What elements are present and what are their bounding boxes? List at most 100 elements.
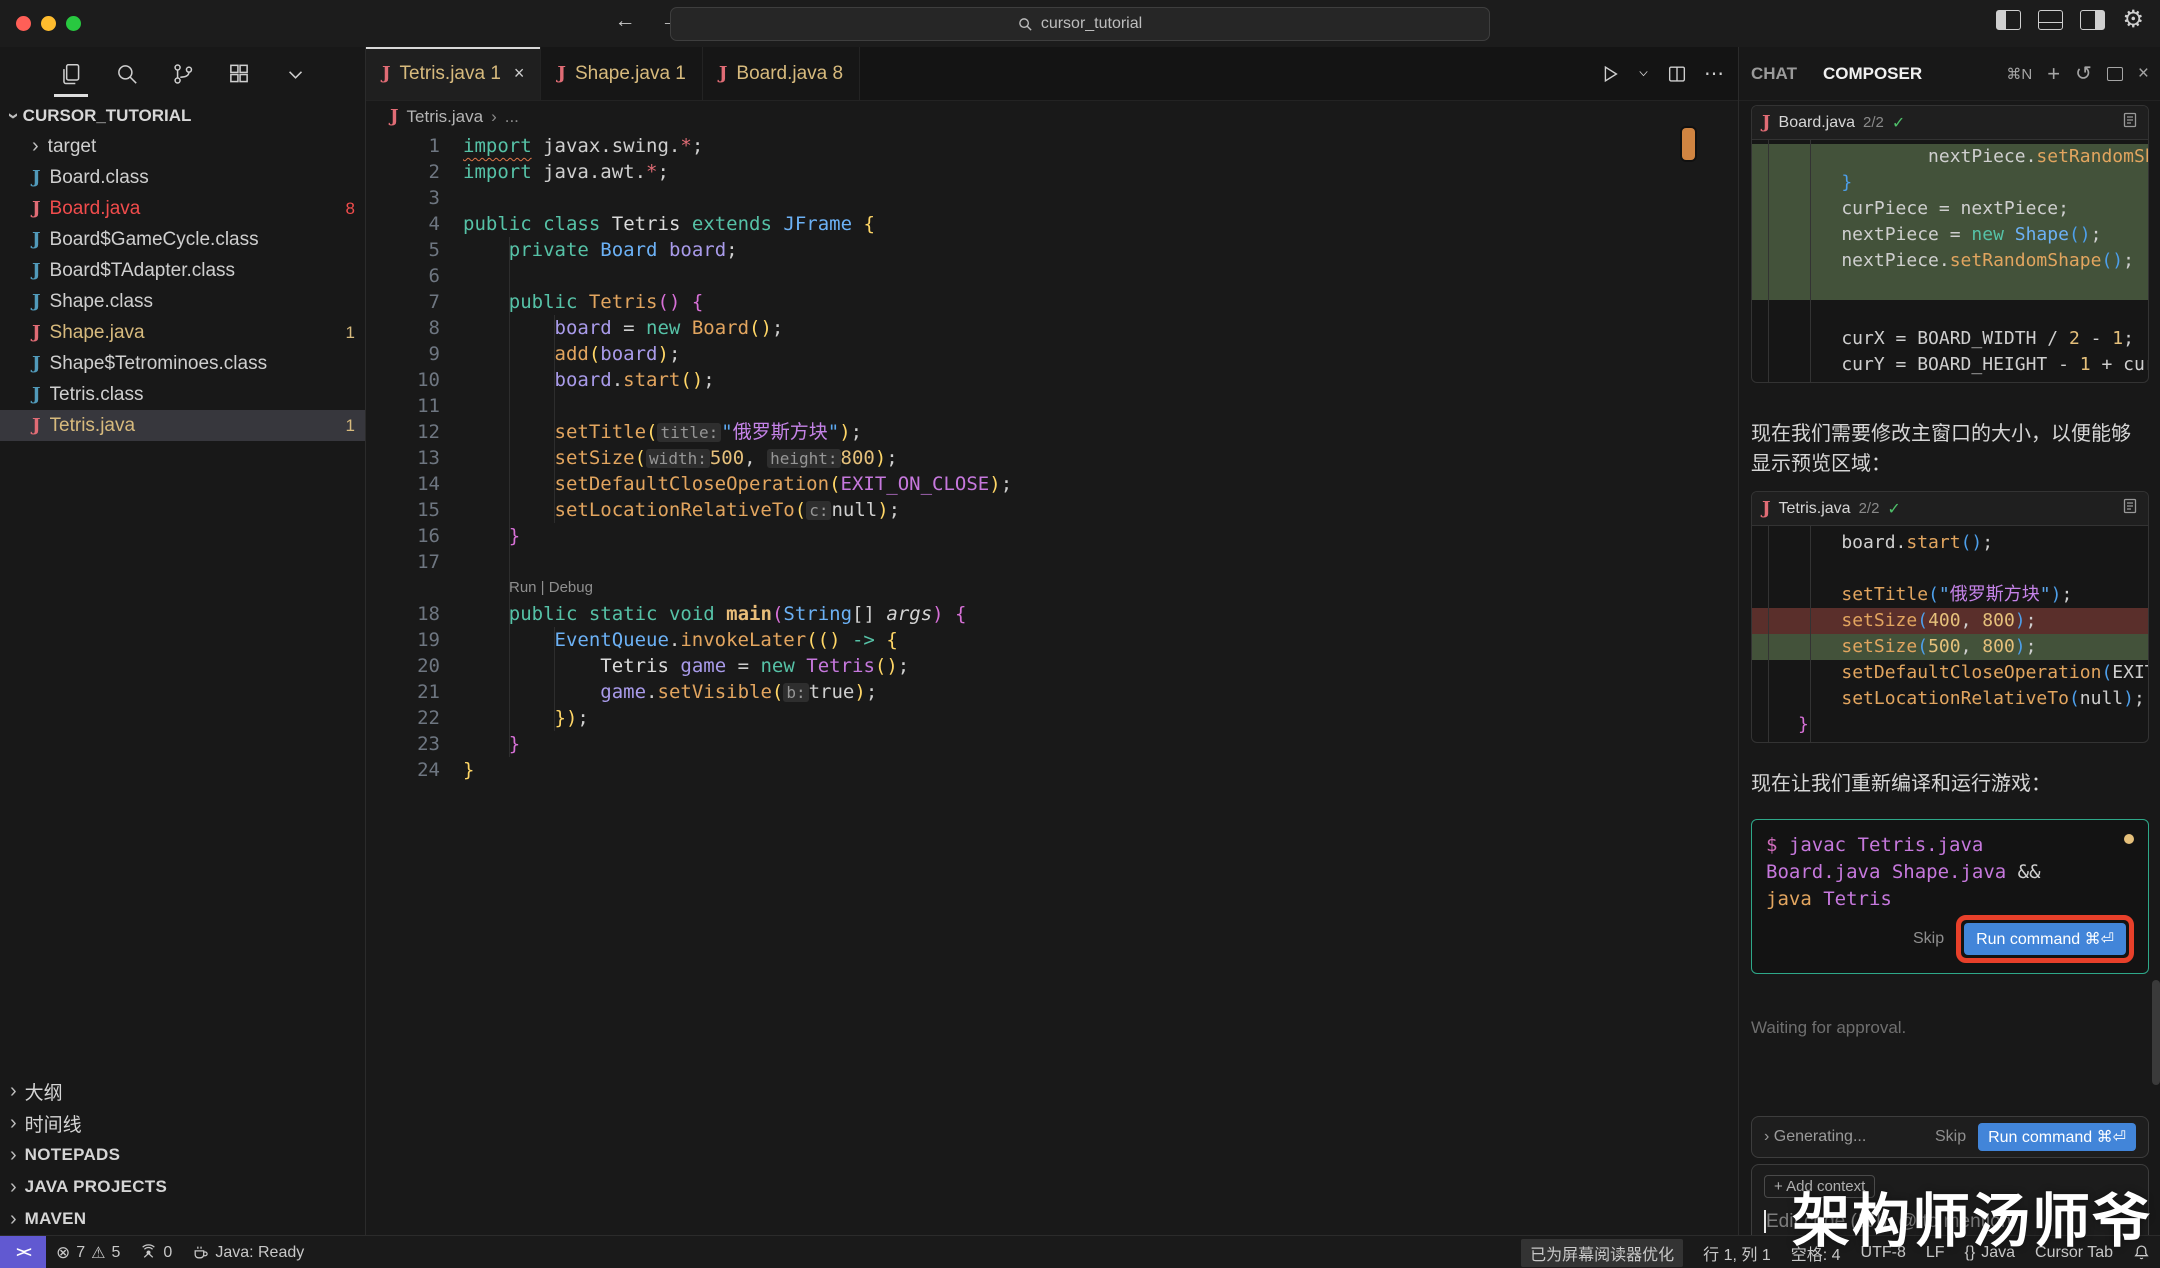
run-dropdown-icon[interactable]	[1637, 67, 1650, 80]
cursor-position-status[interactable]: 行 1, 列 1	[1693, 1236, 1781, 1268]
editor-tab-tetris-java[interactable]: JTetris.java 1×	[366, 47, 541, 100]
more-actions-icon[interactable]: ⋯	[1704, 61, 1724, 86]
editor-code-line[interactable]: 14 setDefaultCloseOperation(EXIT_ON_CLOS…	[366, 471, 1738, 497]
tree-item[interactable]: JShape.class	[0, 286, 365, 317]
toggle-secondary-sidebar-icon[interactable]	[2080, 10, 2105, 30]
run-file-icon[interactable]	[1599, 63, 1621, 85]
add-context-button[interactable]: + Add context	[1764, 1175, 1875, 1198]
new-chat-hotkey[interactable]: ⌘N	[2006, 65, 2032, 83]
plus-icon[interactable]: +	[2047, 61, 2060, 87]
open-file-icon[interactable]	[2122, 498, 2138, 519]
close-icon[interactable]: ×	[2138, 63, 2149, 85]
editor-code-line[interactable]: 24}	[366, 757, 1738, 783]
sidebar-section-java-projects[interactable]: ›JAVA PROJECTS	[0, 1171, 365, 1203]
editor-code-line[interactable]: 7 public Tetris() {	[366, 289, 1738, 315]
editor-tab-shape-java[interactable]: JShape.java 1	[541, 47, 702, 100]
generating-label[interactable]: › Generating...	[1764, 1128, 1923, 1146]
java-status[interactable]: Java: Ready	[182, 1236, 314, 1268]
breadcrumb[interactable]: J Tetris.java › ...	[390, 100, 519, 133]
tree-item[interactable]: JBoard.class	[0, 162, 365, 193]
close-tab-icon[interactable]: ×	[514, 63, 525, 84]
editor-code-line[interactable]: 5 private Board board;	[366, 237, 1738, 263]
editor-code-line[interactable]: 22 });	[366, 705, 1738, 731]
editor-code-line[interactable]: 20 Tetris game = new Tetris();	[366, 653, 1738, 679]
editor-code-line[interactable]: 13 setSize(width:500, height:800);	[366, 445, 1738, 471]
run-command-button[interactable]: Run command ⌘⏎	[1964, 923, 2126, 955]
editor-code-line[interactable]: 9 add(board);	[366, 341, 1738, 367]
code-token	[875, 629, 886, 651]
tree-root[interactable]: › CURSOR_TUTORIAL	[0, 100, 365, 131]
editor-code-line[interactable]: 21 game.setVisible(b:true);	[366, 679, 1738, 705]
sidebar-section-pane[interactable]: ›大纲	[0, 1075, 365, 1107]
explorer-files-icon[interactable]	[57, 60, 85, 88]
maximize-window-button[interactable]	[66, 16, 81, 31]
extensions-icon[interactable]	[225, 60, 253, 88]
editor-code-line[interactable]: 15 setLocationRelativeTo(c:null);	[366, 497, 1738, 523]
sidebar-section-maven[interactable]: ›MAVEN	[0, 1203, 365, 1235]
split-editor-icon[interactable]	[1666, 63, 1688, 85]
tree-item[interactable]: JShape$Tetrominoes.class	[0, 348, 365, 379]
editor-code-line[interactable]: 6	[366, 263, 1738, 289]
code-token: setRandomShape	[2036, 146, 2149, 167]
skip-button[interactable]: Skip	[1935, 1128, 1966, 1146]
screen-reader-status[interactable]: 已为屏幕阅读器优化	[1511, 1236, 1693, 1268]
indentation-status[interactable]: 空格: 4	[1781, 1236, 1851, 1268]
editor-tab-board-java[interactable]: JBoard.java 8	[703, 47, 860, 100]
notifications-bell-icon[interactable]	[2123, 1236, 2160, 1268]
problems-status[interactable]: ⊗ 7 ⚠︎ 5	[46, 1236, 130, 1268]
eol-status[interactable]: LF	[1916, 1236, 1955, 1268]
history-icon[interactable]: ↺	[2075, 61, 2092, 86]
open-file-icon[interactable]	[2122, 112, 2138, 133]
diff-card-board[interactable]: J Board.java 2/2 ✓ nextPiece.setRandomSh…	[1751, 105, 2149, 383]
run-command-button[interactable]: Run command ⌘⏎	[1978, 1123, 2136, 1151]
expand-icon[interactable]	[2107, 67, 2123, 81]
minimize-window-button[interactable]	[41, 16, 56, 31]
close-window-button[interactable]	[16, 16, 31, 31]
sidebar-section-pane[interactable]: ›时间线	[0, 1107, 365, 1139]
tree-item[interactable]: JBoard.java8	[0, 193, 365, 224]
editor-code-line[interactable]: 3	[366, 185, 1738, 211]
editor-code-line[interactable]: 17	[366, 549, 1738, 575]
tab-composer[interactable]: COMPOSER	[1823, 64, 1922, 84]
tree-item[interactable]: JBoard$GameCycle.class	[0, 224, 365, 255]
tab-chat[interactable]: CHAT	[1751, 64, 1797, 84]
code-token: )	[839, 421, 850, 443]
tree-item[interactable]: JBoard$TAdapter.class	[0, 255, 365, 286]
code-editor[interactable]: 1import javax.swing.*;2import java.awt.*…	[366, 133, 1738, 1235]
editor-code-line[interactable]: 2import java.awt.*;	[366, 159, 1738, 185]
skip-button[interactable]: Skip	[1913, 930, 1944, 948]
editor-code-line[interactable]: 23 }	[366, 731, 1738, 757]
codelens-row[interactable]: Run | Debug	[366, 575, 1738, 601]
source-control-icon[interactable]	[169, 60, 197, 88]
chevron-down-icon[interactable]	[281, 60, 309, 88]
editor-code-line[interactable]: 1import javax.swing.*;	[366, 133, 1738, 159]
cursor-tab-status[interactable]: Cursor Tab	[2025, 1236, 2123, 1268]
language-status[interactable]: {}Java	[1955, 1236, 2025, 1268]
line-number: 12	[366, 419, 440, 445]
sidebar-section-notepads[interactable]: ›NOTEPADS	[0, 1139, 365, 1171]
encoding-status[interactable]: UTF-8	[1851, 1236, 1916, 1268]
gear-icon[interactable]: ⚙	[2122, 11, 2144, 29]
editor-code-line[interactable]: 19 EventQueue.invokeLater(() -> {	[366, 627, 1738, 653]
command-center-search[interactable]: cursor_tutorial	[670, 7, 1490, 41]
toggle-primary-sidebar-icon[interactable]	[1996, 10, 2021, 30]
editor-code-line[interactable]: 16 }	[366, 523, 1738, 549]
editor-code-line[interactable]: 10 board.start();	[366, 367, 1738, 393]
editor-code-line[interactable]: 8 board = new Board();	[366, 315, 1738, 341]
tree-item[interactable]: JTetris.class	[0, 379, 365, 410]
tree-item[interactable]: JTetris.java1	[0, 410, 365, 441]
remote-indicator[interactable]: ><	[0, 1236, 46, 1268]
ports-status[interactable]: 0	[130, 1236, 182, 1268]
scrollbar-thumb[interactable]	[2152, 980, 2160, 1085]
tree-item[interactable]: ›target	[0, 131, 365, 162]
search-icon[interactable]	[113, 60, 141, 88]
editor-code-line[interactable]: 4public class Tetris extends JFrame {	[366, 211, 1738, 237]
diff-card-tetris[interactable]: J Tetris.java 2/2 ✓ board.start(); setTi…	[1751, 491, 2149, 743]
editor-code-line[interactable]: 11	[366, 393, 1738, 419]
codelens-run-debug[interactable]: Run | Debug	[366, 575, 593, 601]
editor-code-line[interactable]: 12 setTitle(title:"俄罗斯方块");	[366, 419, 1738, 445]
tree-item[interactable]: JShape.java1	[0, 317, 365, 348]
toggle-panel-icon[interactable]	[2038, 10, 2063, 30]
editor-code-line[interactable]: 18 public static void main(String[] args…	[366, 601, 1738, 627]
back-arrow-icon[interactable]: ←	[610, 9, 640, 33]
